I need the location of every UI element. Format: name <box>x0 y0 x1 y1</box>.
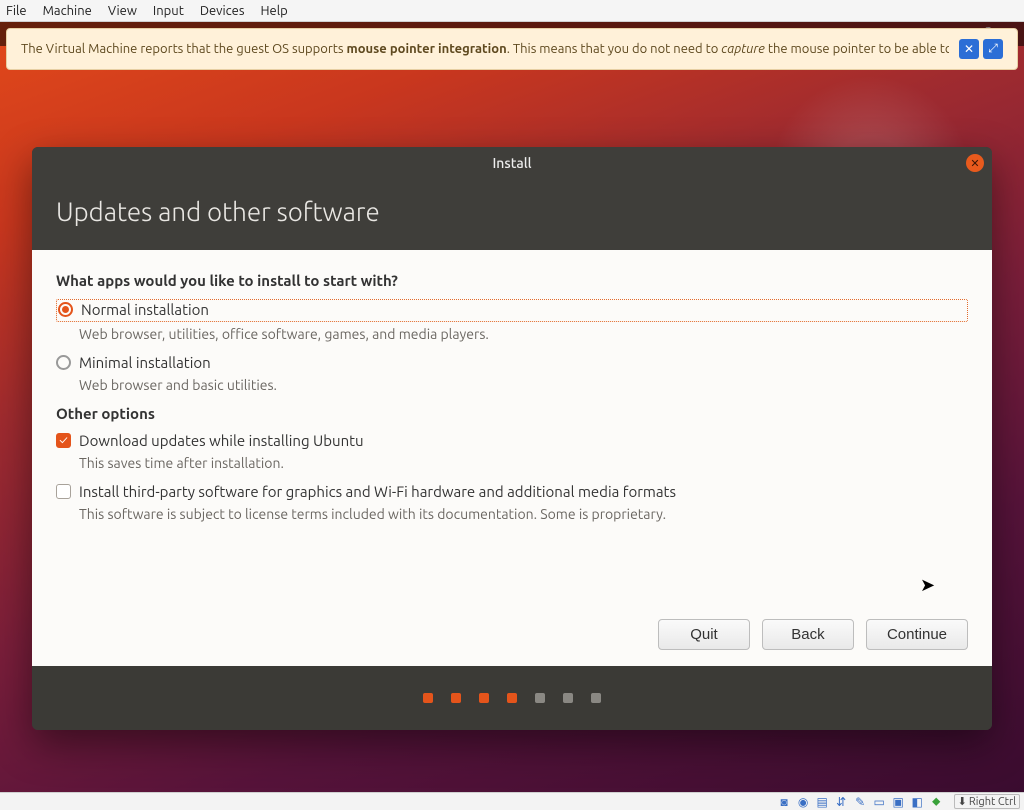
radio-icon <box>58 302 73 317</box>
down-arrow-icon: ⬇ <box>958 795 967 808</box>
guest-desktop: Fri 05:22 ⧉ 🔊 ⏻ The Virtual Machine repo… <box>0 22 1024 792</box>
host-key-label: Right Ctrl <box>969 796 1016 808</box>
menu-view[interactable]: View <box>108 4 137 18</box>
host-menubar: File Machine View Input Devices Help <box>0 0 1024 22</box>
step-dot <box>591 693 601 703</box>
status-mouse-icon[interactable]: ⬥ <box>929 794 944 809</box>
apps-question: What apps would you like to install to s… <box>56 272 968 289</box>
quit-button[interactable]: Quit <box>658 619 750 650</box>
continue-button[interactable]: Continue <box>866 619 968 650</box>
notif-dismiss-icon[interactable]: ⤢ <box>983 39 1003 59</box>
download-updates-desc: This saves time after installation. <box>79 455 968 471</box>
step-dot <box>451 693 461 703</box>
menu-machine[interactable]: Machine <box>43 4 92 18</box>
back-button[interactable]: Back <box>762 619 854 650</box>
status-optical-icon[interactable]: ◉ <box>796 794 811 809</box>
installer-heading: Updates and other software <box>32 179 992 250</box>
notif-action-icon[interactable]: ✕ <box>959 39 979 59</box>
normal-install-desc: Web browser, utilities, office software,… <box>79 326 968 342</box>
radio-icon <box>56 355 71 370</box>
download-updates-label: Download updates while installing Ubuntu <box>79 432 364 449</box>
integration-notification: The Virtual Machine reports that the gue… <box>6 28 1018 70</box>
normal-install-label: Normal installation <box>81 301 209 318</box>
menu-input[interactable]: Input <box>153 4 184 18</box>
step-dot <box>507 693 517 703</box>
minimal-install-radio[interactable]: Minimal installation <box>56 354 968 371</box>
status-hdd-icon[interactable]: ◙ <box>777 794 792 809</box>
minimal-install-label: Minimal installation <box>79 354 211 371</box>
status-network-icon[interactable]: ⇵ <box>834 794 849 809</box>
minimal-install-desc: Web browser and basic utilities. <box>79 377 968 393</box>
step-dot <box>479 693 489 703</box>
window-title: Install <box>492 155 531 171</box>
progress-dots <box>32 666 992 730</box>
normal-install-radio[interactable]: Normal installation <box>58 301 961 318</box>
other-options-title: Other options <box>56 405 968 422</box>
host-key-indicator[interactable]: ⬇ Right Ctrl <box>954 794 1020 809</box>
normal-install-option-group: Normal installation <box>56 299 968 322</box>
menu-help[interactable]: Help <box>261 4 288 18</box>
menu-file[interactable]: File <box>6 4 27 18</box>
status-usb-icon[interactable]: ✎ <box>853 794 868 809</box>
status-shared-icon[interactable]: ▭ <box>872 794 887 809</box>
third-party-label: Install third-party software for graphic… <box>79 483 676 500</box>
checkbox-icon <box>56 433 71 448</box>
step-dot <box>423 693 433 703</box>
installer-content: What apps would you like to install to s… <box>32 250 992 666</box>
step-dot <box>563 693 573 703</box>
status-audio-icon[interactable]: ▤ <box>815 794 830 809</box>
menu-devices[interactable]: Devices <box>200 4 245 18</box>
status-display-icon[interactable]: ▣ <box>891 794 906 809</box>
step-dot <box>535 693 545 703</box>
third-party-desc: This software is subject to license term… <box>79 506 968 522</box>
installer-titlebar: Install ✕ <box>32 147 992 179</box>
notification-text: The Virtual Machine reports that the gue… <box>21 42 949 56</box>
status-record-icon[interactable]: ◧ <box>910 794 925 809</box>
checkbox-icon <box>56 484 71 499</box>
host-statusbar: ◙ ◉ ▤ ⇵ ✎ ▭ ▣ ◧ ⬥ ⬇ Right Ctrl <box>0 792 1024 810</box>
button-row: Quit Back Continue <box>56 605 968 650</box>
installer-window: Install ✕ Updates and other software Wha… <box>32 147 992 730</box>
third-party-checkbox[interactable]: Install third-party software for graphic… <box>56 483 968 500</box>
close-button[interactable]: ✕ <box>966 154 984 172</box>
download-updates-checkbox[interactable]: Download updates while installing Ubuntu <box>56 432 968 449</box>
